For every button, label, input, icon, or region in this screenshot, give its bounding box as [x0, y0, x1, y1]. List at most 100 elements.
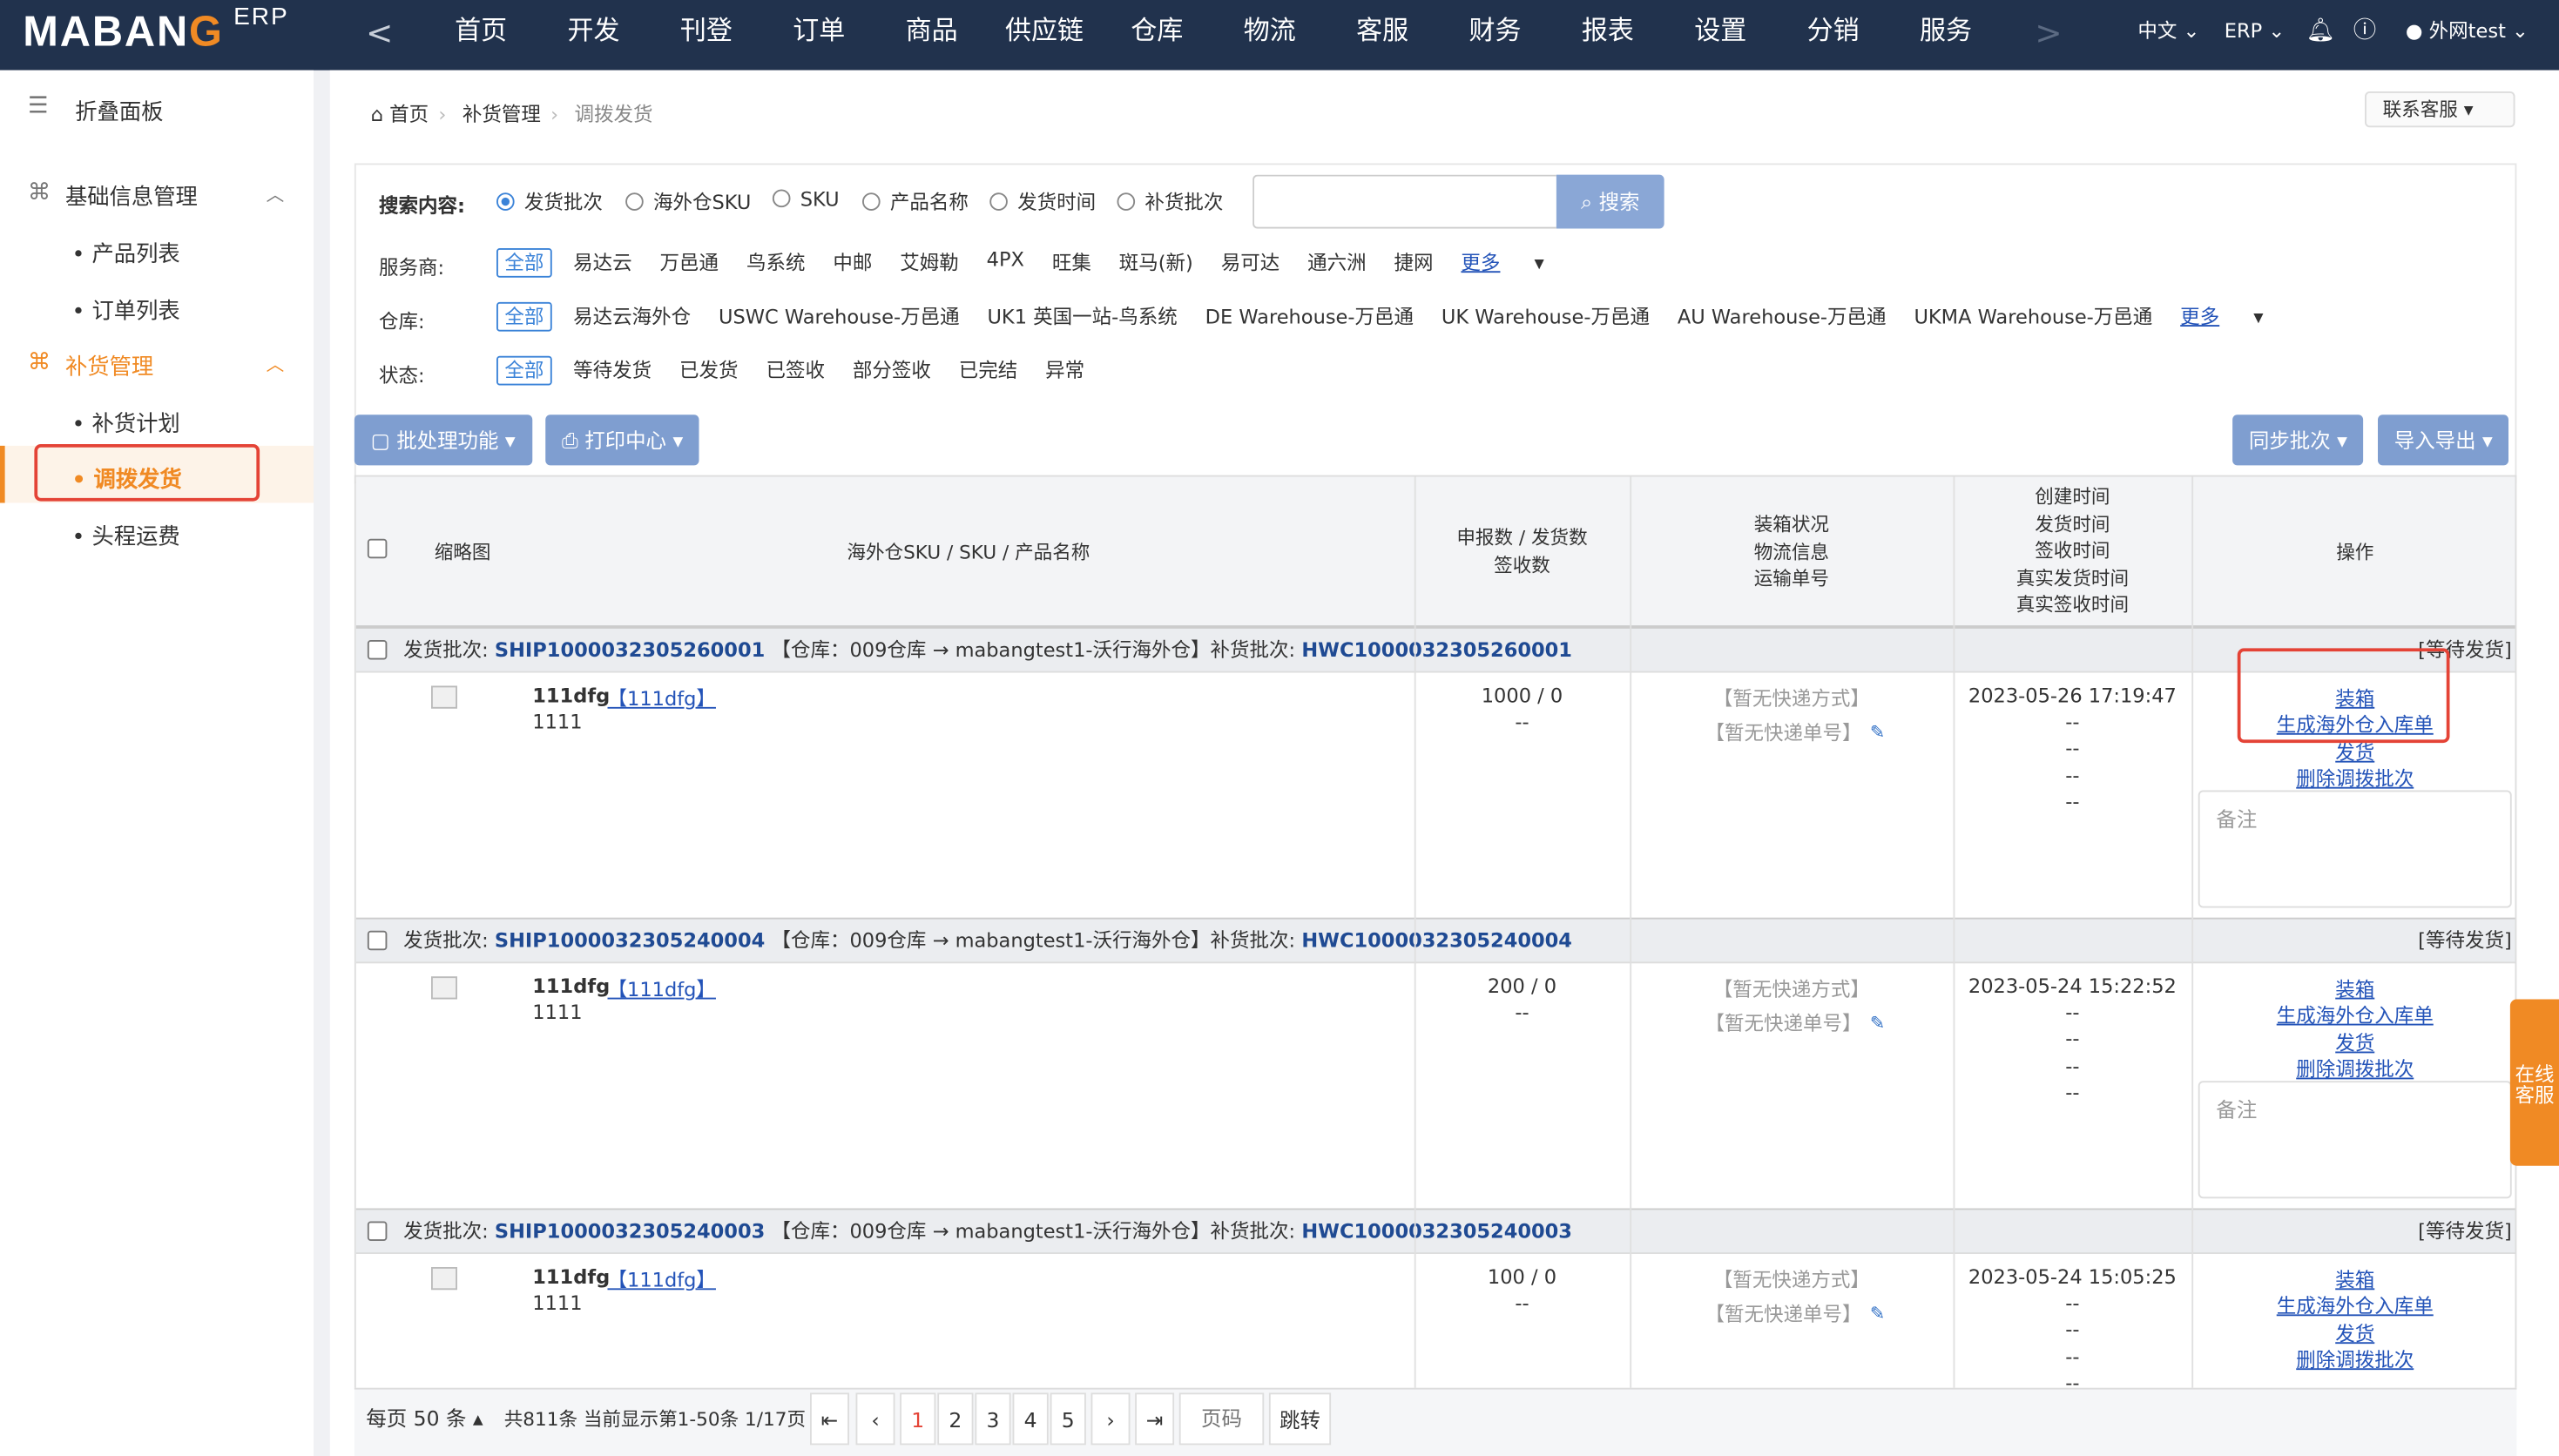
warehouse-tag[interactable]: UK1 英国一站-鸟系统 [987, 302, 1177, 332]
op-pack-link[interactable]: 装箱 [2191, 1265, 2515, 1293]
radio-batch[interactable]: 发货批次 [496, 188, 603, 216]
bell-icon[interactable]: 🔔︎ [2306, 0, 2335, 62]
first-page-icon[interactable]: ⇤ [810, 1392, 849, 1446]
nav-item[interactable]: 刊登 [650, 0, 762, 71]
user-menu[interactable]: ● 外网test ⌄ [2406, 0, 2529, 62]
page-number[interactable]: 4 [1012, 1392, 1049, 1446]
collapse-icon[interactable]: ☰ [28, 93, 49, 119]
carrier-tag[interactable]: 艾姆勒 [900, 248, 959, 278]
nav-item[interactable]: 仓库 [1101, 0, 1213, 71]
nav-item[interactable]: 财务 [1439, 0, 1551, 71]
edit-icon[interactable]: ✎ [1870, 1303, 1885, 1324]
sidebar-group-replenish[interactable]: 补货管理 [65, 347, 153, 381]
nav-item[interactable]: 设置 [1664, 0, 1777, 71]
language-select[interactable]: 中文 ⌄ [2137, 0, 2199, 62]
op-inbound-link[interactable]: 生成海外仓入库单 [2191, 1001, 2515, 1028]
warehouse-tag[interactable]: DE Warehouse-万邑通 [1205, 302, 1414, 332]
sku-link[interactable]: 【111dfg】 [608, 974, 716, 1002]
nav-item[interactable]: 物流 [1213, 0, 1326, 71]
op-delete-link[interactable]: 删除调拨批次 [2191, 1345, 2515, 1373]
radio-oversea-sku[interactable]: 海外仓SKU [625, 188, 751, 216]
carrier-tag[interactable]: 中邮 [833, 248, 872, 278]
carrier-more[interactable]: 更多 ▾ [1461, 248, 1543, 278]
page-number[interactable]: 3 [975, 1392, 1011, 1446]
carrier-tag[interactable]: 4PX [987, 248, 1024, 278]
goto-page-input[interactable] [1178, 1392, 1265, 1446]
warehouse-tag[interactable]: AU Warehouse-万邑通 [1678, 302, 1887, 332]
carrier-tag[interactable]: 易达云 [573, 248, 632, 278]
sidebar-group-basic[interactable]: 基础信息管理 [65, 178, 198, 211]
op-ship-link[interactable]: 发货 [2191, 1319, 2515, 1347]
last-page-icon[interactable]: ⇥ [1135, 1392, 1175, 1446]
status-tag[interactable]: 已完结 [959, 356, 1018, 386]
sidebar-item-plan[interactable]: • 补货计划 [72, 405, 180, 438]
sync-batch-button[interactable]: 同步批次 ▾ [2232, 415, 2364, 466]
op-ship-link[interactable]: 发货 [2191, 1028, 2515, 1056]
carrier-tag[interactable]: 通六洲 [1307, 248, 1367, 278]
edit-icon[interactable]: ✎ [1870, 722, 1885, 743]
note-textarea[interactable]: 备注 [2198, 790, 2512, 908]
batch-number[interactable]: SHIP1000032305240003 [495, 1220, 765, 1243]
nav-item[interactable]: 报表 [1551, 0, 1664, 71]
batch-actions-button[interactable]: ▢ 批处理功能 ▾ [354, 415, 532, 466]
sku-link[interactable]: 【111dfg】 [608, 684, 716, 712]
nav-item[interactable]: 订单 [763, 0, 875, 71]
jump-button[interactable]: 跳转 [1268, 1392, 1332, 1446]
op-delete-link[interactable]: 删除调拨批次 [2191, 765, 2515, 792]
erp-select[interactable]: ERP ⌄ [2225, 0, 2285, 62]
nav-item[interactable]: 供应链 [988, 0, 1100, 71]
note-textarea[interactable]: 备注 [2198, 1081, 2512, 1199]
radio-ship-time[interactable]: 发货时间 [989, 188, 1096, 216]
nav-item[interactable]: 分销 [1777, 0, 1889, 71]
batch-number[interactable]: SHIP1000032305240004 [495, 929, 765, 952]
per-page-select[interactable]: 每页 50 条 ▴ [354, 1392, 495, 1445]
search-button[interactable]: ⌕ 搜索 [1556, 174, 1664, 229]
row-checkbox[interactable] [367, 640, 388, 660]
home-icon[interactable]: ⌂ [371, 103, 383, 125]
sidebar-item-freight[interactable]: • 头程运费 [72, 517, 180, 550]
select-all-checkbox[interactable] [367, 538, 388, 559]
status-tag[interactable]: 等待发货 [573, 356, 652, 386]
carrier-tag[interactable]: 易可达 [1221, 248, 1280, 278]
replenish-number[interactable]: HWC1000032305240003 [1301, 1220, 1572, 1243]
radio-replenish-batch[interactable]: 补货批次 [1117, 188, 1223, 216]
carrier-tag[interactable]: 鸟系统 [746, 248, 806, 278]
nav-item[interactable]: 商品 [875, 0, 988, 71]
carrier-tag[interactable]: 捷网 [1394, 248, 1434, 278]
collapse-panel[interactable]: 折叠面板 [75, 93, 163, 125]
warehouse-more[interactable]: 更多 ▾ [2180, 302, 2263, 332]
search-input[interactable] [1252, 174, 1556, 229]
print-center-button[interactable]: ⎙ 打印中心 ▾ [545, 415, 699, 466]
warehouse-tag[interactable]: 易达云海外仓 [573, 302, 691, 332]
sidebar-item-products[interactable]: • 产品列表 [72, 235, 180, 268]
op-inbound-link[interactable]: 生成海外仓入库单 [2191, 1291, 2515, 1319]
warehouse-all[interactable]: 全部 [496, 301, 552, 332]
breadcrumb-parent[interactable]: 补货管理 [463, 103, 541, 125]
status-all[interactable]: 全部 [496, 355, 552, 386]
status-tag[interactable]: 已签收 [766, 356, 825, 386]
mabang-logo[interactable]: MABANG ERP [23, 3, 288, 57]
prev-page-icon[interactable]: ‹ [855, 1392, 895, 1446]
nav-prev-icon[interactable]: < [366, 13, 393, 52]
row-checkbox[interactable] [367, 930, 388, 951]
status-tag[interactable]: 已发货 [679, 356, 739, 386]
row-checkbox[interactable] [367, 1221, 388, 1241]
status-tag[interactable]: 异常 [1045, 356, 1084, 386]
nav-item[interactable]: 服务 [1889, 0, 2002, 71]
carrier-tag[interactable]: 万邑通 [660, 248, 719, 278]
nav-item[interactable]: 开发 [537, 0, 650, 71]
breadcrumb-home[interactable]: 首页 [389, 103, 429, 125]
radio-product-name[interactable]: 产品名称 [862, 188, 969, 216]
next-page-icon[interactable]: › [1090, 1392, 1131, 1446]
page-number[interactable]: 2 [937, 1392, 974, 1446]
nav-item[interactable]: 首页 [425, 0, 537, 71]
warehouse-tag[interactable]: UKMA Warehouse-万邑通 [1914, 302, 2152, 332]
page-number[interactable]: 5 [1050, 1392, 1086, 1446]
sidebar-item-orders[interactable]: • 订单列表 [72, 293, 180, 325]
online-service-button[interactable]: 在线客服 [2509, 999, 2559, 1166]
help-icon[interactable]: ⓘ [2353, 0, 2376, 62]
replenish-number[interactable]: HWC1000032305260001 [1301, 638, 1572, 661]
status-tag[interactable]: 部分签收 [853, 356, 931, 386]
nav-item[interactable]: 客服 [1327, 0, 1439, 71]
op-pack-link[interactable]: 装箱 [2191, 974, 2515, 1002]
